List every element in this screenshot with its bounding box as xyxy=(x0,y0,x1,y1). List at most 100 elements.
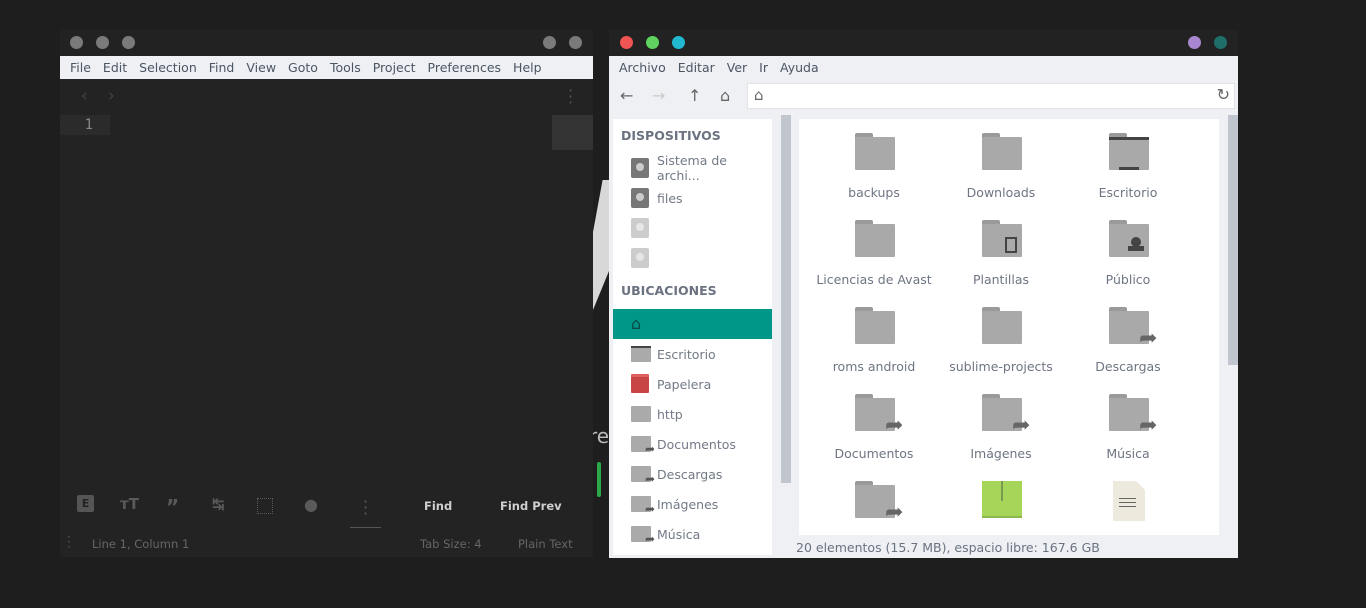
editor-titlebar[interactable] xyxy=(60,30,593,56)
forward-icon[interactable]: → xyxy=(652,86,665,105)
file-item-label: roms android xyxy=(832,359,916,374)
sidebar-item-imagenes[interactable]: ➦ Imágenes xyxy=(613,489,772,519)
icon-view-scrollbar[interactable] xyxy=(1228,115,1238,365)
folder-icon xyxy=(982,307,1022,344)
file-item-label: Música xyxy=(1106,446,1150,461)
minimize-button[interactable] xyxy=(672,36,685,49)
archive-icon xyxy=(982,481,1022,518)
folder-link-icon: ➦ xyxy=(855,394,903,437)
sidebar-item-http[interactable]: http xyxy=(613,399,772,429)
folder-icon xyxy=(631,404,651,424)
file-manager-window: Archivo Editar Ver Ir Ayuda ← → ↑ ⌂ ⌂ ↻ … xyxy=(609,30,1238,558)
menu-ayuda[interactable]: Ayuda xyxy=(778,60,821,75)
wallpaper-stroke xyxy=(593,180,609,310)
sidebar-item-escritorio[interactable]: Escritorio xyxy=(613,339,772,369)
menu-goto[interactable]: Goto xyxy=(286,60,320,75)
back-icon[interactable]: ← xyxy=(620,86,633,105)
menu-help[interactable]: Help xyxy=(511,60,544,75)
sidebar-item-drive[interactable] xyxy=(613,213,772,243)
home-icon[interactable]: ⌂ xyxy=(720,86,730,105)
more-vert-icon[interactable]: · · · xyxy=(568,83,573,111)
sidebar-item-label: Escritorio xyxy=(657,346,716,362)
sidebar-item-label: files xyxy=(657,190,683,206)
menu-preferences[interactable]: Preferences xyxy=(426,60,504,75)
forward-arrow-icon[interactable]: › xyxy=(108,86,115,106)
up-icon[interactable]: ↑ xyxy=(688,86,701,105)
status-bar: 20 elementos (15.7 MB), espacio libre: 1… xyxy=(796,540,1100,555)
folder-link-icon: ➦ xyxy=(631,434,655,456)
maximize-button[interactable] xyxy=(646,36,659,49)
line-number: 1 xyxy=(60,115,110,135)
wallpaper: re xyxy=(589,180,609,580)
menu-view[interactable]: View xyxy=(244,60,278,75)
word-wrap-icon[interactable]: ↹ xyxy=(212,495,225,513)
menu-project[interactable]: Project xyxy=(371,60,418,75)
menu-editar[interactable]: Editar xyxy=(676,60,717,75)
minimap[interactable] xyxy=(552,115,593,150)
quote-icon[interactable]: ” xyxy=(166,495,179,519)
sidebar-item-label: Papelera xyxy=(657,376,712,392)
sidebar-item-musica[interactable]: ➦ Música xyxy=(613,519,772,549)
window-button[interactable] xyxy=(543,36,556,49)
drive-icon xyxy=(631,158,649,178)
file-item-label: Licencias de Avast xyxy=(816,272,932,287)
file-item-label: Plantillas xyxy=(972,272,1030,287)
file-item-label: Imágenes xyxy=(970,446,1032,461)
menu-archivo[interactable]: Archivo xyxy=(617,60,668,75)
location-bar[interactable]: ⌂ ↻ xyxy=(747,83,1235,109)
editor-menubar: File Edit Selection Find View Goto Tools… xyxy=(60,56,593,79)
file-manager-titlebar[interactable] xyxy=(609,30,1238,56)
folder-link-icon: ➦ xyxy=(631,464,655,486)
folder-link-icon: ➦ xyxy=(631,494,655,516)
find-prev-button[interactable]: Find Prev xyxy=(500,499,562,513)
close-button[interactable] xyxy=(620,36,633,49)
menu-edit[interactable]: Edit xyxy=(101,60,129,75)
window-button[interactable] xyxy=(122,36,135,49)
tab-size[interactable]: Tab Size: 4 xyxy=(420,537,482,551)
window-button[interactable] xyxy=(569,36,582,49)
desktop-icon xyxy=(631,344,651,364)
window-button[interactable] xyxy=(96,36,109,49)
status-menu-icon[interactable]: · · · xyxy=(67,531,71,553)
window-button[interactable] xyxy=(1188,36,1201,49)
window-button[interactable] xyxy=(70,36,83,49)
menu-tools[interactable]: Tools xyxy=(328,60,363,75)
file-item-label: sublime-projects xyxy=(949,359,1053,374)
syntax-mode[interactable]: Plain Text xyxy=(518,537,573,551)
menu-ir[interactable]: Ir xyxy=(757,60,770,75)
sidebar-scrollbar[interactable] xyxy=(781,115,791,483)
home-path-icon[interactable]: ⌂ xyxy=(754,86,764,104)
sidebar-item-label: Documentos xyxy=(657,436,736,452)
menu-file[interactable]: File xyxy=(68,60,93,75)
menu-ver[interactable]: Ver xyxy=(725,60,749,75)
reload-icon[interactable]: ↻ xyxy=(1217,85,1230,104)
sidebar-item-papelera[interactable]: Papelera xyxy=(613,369,772,399)
find-button[interactable]: Find xyxy=(424,499,452,513)
more-vert-icon[interactable]: · · · xyxy=(363,494,368,522)
menu-find[interactable]: Find xyxy=(207,60,237,75)
tab-underline xyxy=(350,527,381,528)
places-header: UBICACIONES xyxy=(621,283,717,298)
sidebar: DISPOSITIVOS Sistema de archi... files U… xyxy=(613,119,772,555)
select-box-icon[interactable] xyxy=(257,498,273,514)
window-button[interactable] xyxy=(1214,36,1227,49)
templates-icon xyxy=(982,220,1022,257)
sidebar-item-drive[interactable] xyxy=(613,243,772,273)
folder-icon xyxy=(855,307,895,344)
text-size-icon[interactable]: тT xyxy=(120,495,139,513)
sidebar-item-label: http xyxy=(657,406,683,422)
devices-header: DISPOSITIVOS xyxy=(621,128,721,143)
lightbulb-icon[interactable]: ● xyxy=(304,495,318,514)
sidebar-item-home[interactable]: ⌂ xyxy=(613,309,772,339)
text-file-icon xyxy=(1113,481,1145,521)
folder-link-icon: ➦ xyxy=(631,524,655,546)
sidebar-item-documentos[interactable]: ➦ Documentos xyxy=(613,429,772,459)
sidebar-item-descargas[interactable]: ➦ Descargas xyxy=(613,459,772,489)
emmet-icon[interactable]: E xyxy=(77,495,94,512)
sidebar-item-filesystem[interactable]: Sistema de archi... xyxy=(613,153,772,183)
sidebar-item-label: Imágenes xyxy=(657,496,719,512)
drive-icon xyxy=(631,188,649,208)
menu-selection[interactable]: Selection xyxy=(137,60,199,75)
sidebar-item-files[interactable]: files xyxy=(613,183,772,213)
back-arrow-icon[interactable]: ‹ xyxy=(81,86,88,106)
